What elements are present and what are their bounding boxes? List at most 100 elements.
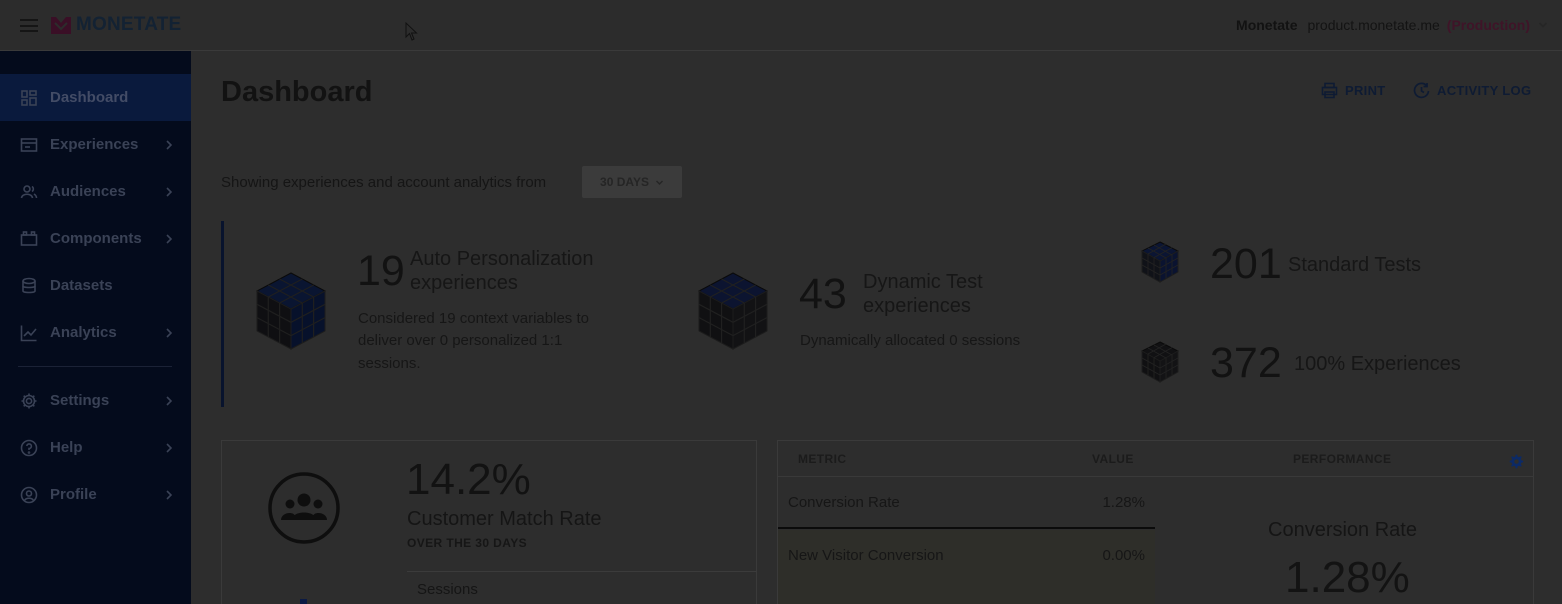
brand-name: MONETATE: [76, 14, 182, 35]
performance-value: 1.28%: [1285, 553, 1410, 602]
hundred-percent-cube-icon: [1141, 341, 1179, 383]
sidebar-item-label: Datasets: [50, 277, 113, 294]
sidebar-item-audiences[interactable]: Audiences: [0, 168, 191, 215]
chevron-right-icon: [166, 233, 173, 244]
auto-personalization-desc-3: sessions.: [358, 355, 421, 372]
sidebar-item-label: Components: [50, 230, 142, 247]
auto-personalization-count: 19: [357, 247, 405, 295]
sidebar-item-datasets[interactable]: Datasets: [0, 262, 191, 309]
sidebar-item-label: Profile: [50, 486, 97, 503]
hundred-percent-label: 100% Experiences: [1294, 353, 1461, 375]
dynamic-test-label-1: Dynamic Test: [863, 271, 983, 293]
sidebar-item-label: Settings: [50, 392, 110, 409]
sidebar-item-settings[interactable]: Settings: [0, 377, 191, 424]
customer-match-rate-period: OVER THE 30 DAYS: [407, 536, 527, 550]
brand-logo[interactable]: MONETATE: [50, 14, 181, 36]
date-range-prefix: Showing experiences and account analytic…: [221, 174, 547, 191]
sidebar-item-dashboard[interactable]: Dashboard: [0, 74, 191, 121]
standard-tests-cube-icon: [1141, 241, 1179, 283]
customer-match-rate-label: Customer Match Rate: [407, 508, 602, 530]
history-icon: [1413, 82, 1430, 99]
sidebar-divider: [18, 366, 172, 367]
dynamic-test-count: 43: [799, 270, 847, 318]
chevron-down-icon: [655, 179, 663, 185]
dynamic-test-label-2: experiences: [863, 295, 971, 317]
printer-icon: [1321, 82, 1338, 99]
sidebar-item-label: Analytics: [50, 324, 117, 341]
auto-personalization-desc-1: Considered 19 context variables to: [358, 310, 589, 327]
table-row[interactable]: New Visitor Conversion 0.00%: [778, 530, 1155, 582]
date-range-value: 30 DAYS: [600, 175, 649, 189]
performance-column-header: PERFORMANCE: [1293, 452, 1392, 466]
sidebar-item-profile[interactable]: Profile: [0, 471, 191, 518]
analytics-icon: [20, 325, 37, 341]
experience-summary: 19 Auto Personalization experiences Cons…: [221, 221, 1534, 407]
customer-match-card: 14.2% Customer Match Rate OVER THE 30 DA…: [221, 440, 757, 604]
sidebar-item-label: Audiences: [50, 183, 126, 200]
chevron-right-icon: [166, 186, 173, 197]
chevron-right-icon: [166, 442, 173, 453]
hundred-percent-count: 372: [1210, 339, 1282, 387]
sidebar-item-label: Help: [50, 439, 83, 456]
environment-badge: (Production): [1446, 17, 1530, 33]
mouse-pointer-icon: [405, 22, 418, 41]
value-column-header: VALUE: [1092, 452, 1134, 466]
sidebar-item-experiences[interactable]: Experiences: [0, 121, 191, 168]
sidebar-item-label: Dashboard: [50, 89, 129, 106]
auto-personalization-desc-2: deliver over 0 personalized 1:1: [358, 332, 563, 349]
chevron-right-icon: [166, 139, 173, 150]
chevron-down-icon: [1538, 22, 1548, 28]
customers-group-icon: [268, 472, 340, 544]
activity-log-button[interactable]: ACTIVITY LOG: [1413, 82, 1531, 99]
standard-tests-count: 201: [1210, 240, 1282, 288]
summary-accent-bar: [221, 221, 224, 407]
metric-column-header: METRIC: [798, 452, 847, 466]
date-range-dropdown[interactable]: 30 DAYS: [582, 166, 682, 198]
metric-value: 0.00%: [1102, 547, 1145, 564]
metric-name: New Visitor Conversion: [788, 547, 944, 564]
top-bar: MONETATE Monetate product.monetate.me (P…: [0, 0, 1562, 51]
table-row[interactable]: Conversion Rate 1.28%: [778, 477, 1155, 529]
sessions-label: Sessions: [417, 581, 478, 598]
sidebar-item-help[interactable]: Help: [0, 424, 191, 471]
performance-title: Conversion Rate: [1268, 519, 1417, 541]
gear-icon[interactable]: [1508, 453, 1525, 470]
datasets-icon: [22, 277, 36, 293]
auto-personalization-label-1: Auto Personalization: [410, 248, 594, 270]
account-switcher[interactable]: Monetate product.monetate.me (Production…: [1236, 17, 1548, 33]
auto-personalization-label-2: experiences: [410, 272, 518, 294]
customer-match-rate-value: 14.2%: [406, 455, 531, 504]
sidebar: Dashboard Experiences Audiences Componen…: [0, 51, 191, 604]
components-icon: [20, 230, 38, 246]
audiences-icon: [20, 184, 38, 198]
metrics-card: METRIC VALUE PERFORMANCE Conversion Rate…: [777, 440, 1534, 604]
monetate-logo-icon: [51, 17, 71, 34]
profile-icon: [20, 486, 38, 503]
metric-value: 1.28%: [1102, 494, 1145, 511]
dashboard-icon: [21, 89, 37, 106]
help-icon: [20, 439, 38, 456]
dynamic-test-cube-icon: [697, 272, 769, 350]
experiences-icon: [20, 137, 38, 152]
dynamic-test-desc: Dynamically allocated 0 sessions: [800, 332, 1021, 349]
hamburger-menu-icon[interactable]: [20, 19, 38, 32]
sidebar-item-analytics[interactable]: Analytics: [0, 309, 191, 356]
table-row[interactable]: [778, 582, 1155, 604]
chart-marker: [300, 599, 307, 604]
print-label: PRINT: [1345, 83, 1386, 98]
chevron-right-icon: [166, 395, 173, 406]
chevron-right-icon: [166, 489, 173, 500]
main-content: Dashboard PRINT ACTIVITY LOG Showing exp…: [191, 51, 1562, 604]
auto-personalization-cube-icon: [255, 272, 327, 350]
chevron-right-icon: [166, 327, 173, 338]
sidebar-item-components[interactable]: Components: [0, 215, 191, 262]
account-host: product.monetate.me: [1307, 17, 1440, 33]
print-button[interactable]: PRINT: [1321, 82, 1386, 99]
standard-tests-label: Standard Tests: [1288, 254, 1422, 276]
page-title: Dashboard: [221, 76, 373, 108]
card-divider: [407, 571, 757, 572]
sidebar-item-label: Experiences: [50, 136, 139, 153]
account-name: Monetate: [1236, 17, 1298, 33]
activity-log-label: ACTIVITY LOG: [1437, 83, 1532, 98]
gear-icon: [21, 393, 37, 408]
